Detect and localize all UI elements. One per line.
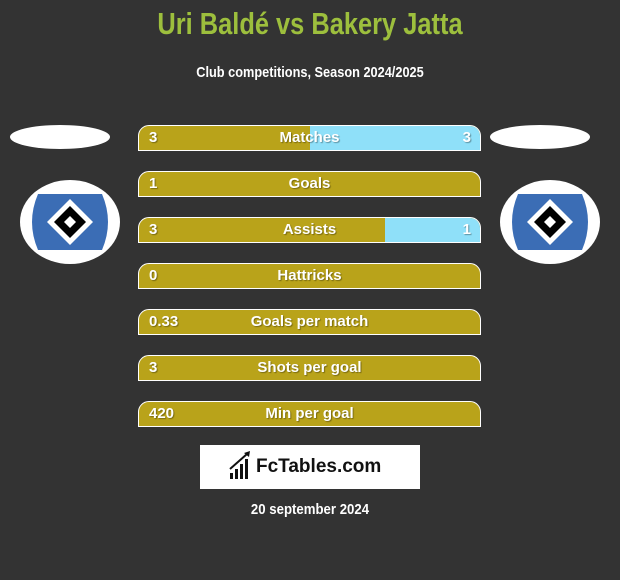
- stat-row-matches: Matches 3 3: [138, 125, 481, 151]
- stat-label: Goals: [288, 175, 331, 192]
- right-player-name-placeholder: [490, 125, 590, 149]
- left-value: 3: [149, 359, 158, 376]
- right-player-badge: [500, 180, 600, 264]
- left-value: 1: [149, 175, 158, 192]
- left-value: 420: [149, 405, 175, 422]
- stat-label: Assists: [282, 221, 337, 238]
- page-subtitle: Club competitions, Season 2024/2025: [196, 64, 424, 81]
- left-player-name-placeholder: [10, 125, 110, 149]
- right-value: 1: [462, 221, 471, 238]
- footer-date: 20 september 2024: [250, 501, 370, 518]
- stat-row-goals: Goals 1: [138, 171, 481, 197]
- stat-label: Shots per goal: [257, 359, 362, 376]
- stat-row-min-per-goal: Min per goal 420: [138, 401, 481, 427]
- stat-row-hattricks: Hattricks 0: [138, 263, 481, 289]
- fctables-brand-banner[interactable]: FcTables.com: [200, 445, 420, 489]
- stat-label: Goals per match: [250, 313, 369, 330]
- stat-row-assists: Assists 3 1: [138, 217, 481, 243]
- stat-row-shots-per-goal: Shots per goal 3: [138, 355, 481, 381]
- left-value: 3: [149, 129, 158, 146]
- left-player-badge: [20, 180, 120, 264]
- stat-label: Matches: [279, 129, 340, 146]
- left-value: 0.33: [149, 313, 179, 330]
- stat-label: Hattricks: [277, 267, 342, 284]
- right-value: 3: [462, 129, 471, 146]
- brand-name: FcTables.com: [256, 456, 382, 477]
- stat-row-goals-per-match: Goals per match 0.33: [138, 309, 481, 335]
- stat-label: Min per goal: [265, 405, 354, 422]
- left-value: 3: [149, 221, 158, 238]
- left-value: 0: [149, 267, 158, 284]
- hsv-club-crest-icon: [32, 194, 108, 250]
- page-title: Uri Baldé vs Bakery Jatta: [157, 6, 463, 41]
- hsv-club-crest-icon: [512, 194, 588, 250]
- bar-chart-icon: [229, 451, 250, 479]
